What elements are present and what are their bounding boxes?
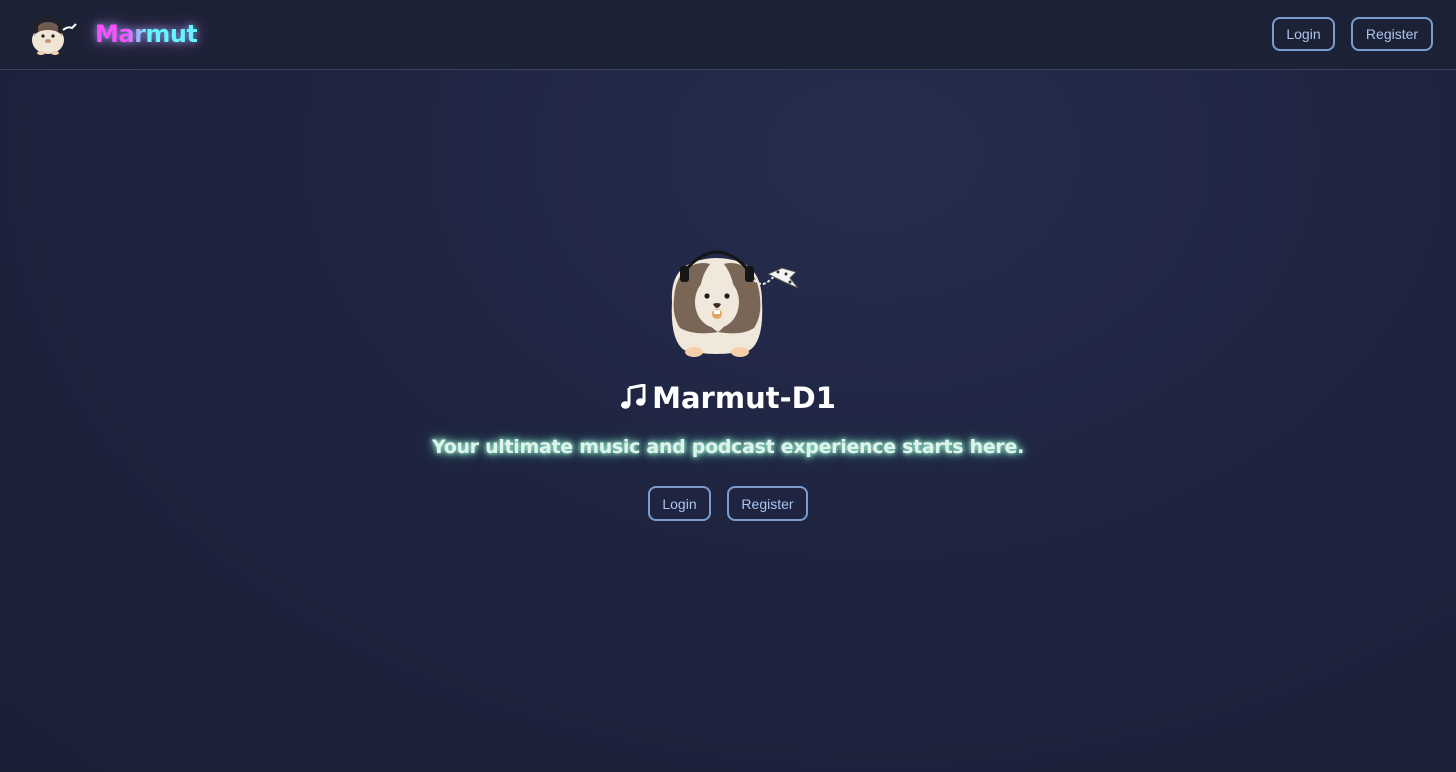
navbar: Marmut Login Register: [0, 0, 1456, 70]
nav-register-button[interactable]: Register: [1351, 17, 1433, 51]
brand-name[interactable]: Marmut: [95, 18, 198, 50]
guinea-pig-logo-icon[interactable]: [28, 14, 78, 56]
music-note-icon: [621, 384, 646, 409]
hero-title: Marmut-D1: [0, 378, 1456, 418]
hero-login-button[interactable]: Login: [648, 486, 711, 521]
nav-login-button[interactable]: Login: [1272, 17, 1335, 51]
tagline: Your ultimate music and podcast experien…: [431, 436, 1024, 458]
hero-title-text: Marmut-D1: [652, 381, 836, 415]
guinea-pig-headphones-icon: [671, 250, 799, 357]
hero-register-button[interactable]: Register: [727, 486, 808, 521]
